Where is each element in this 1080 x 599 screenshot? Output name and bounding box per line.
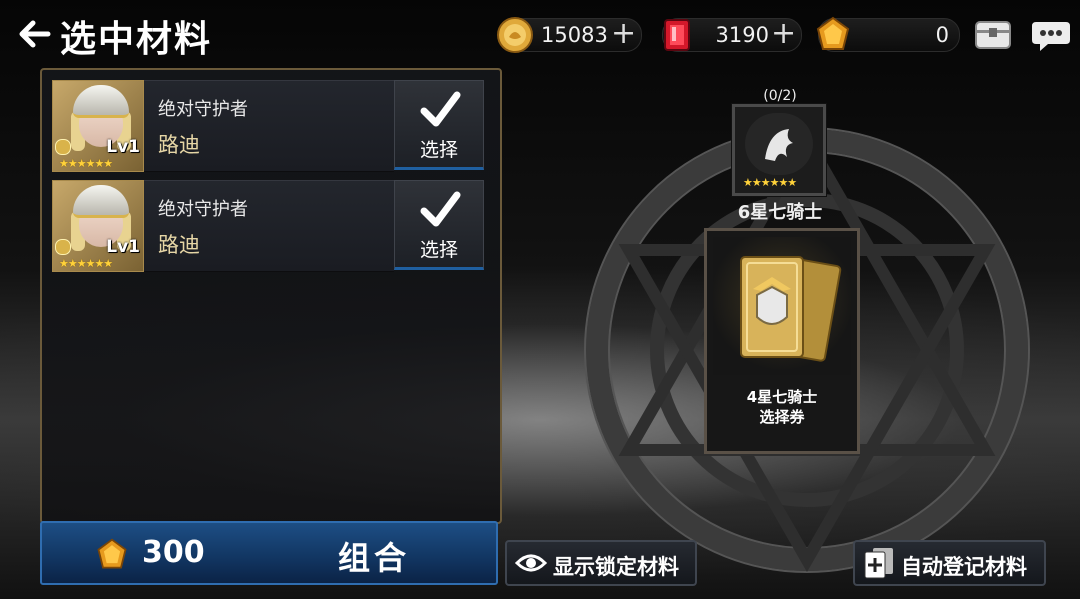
ruby-gem-icon	[664, 19, 690, 51]
chat-bubble-icon[interactable]	[1030, 14, 1072, 54]
page-title: 选中材料	[60, 19, 213, 60]
material-row: Lv1 ★★★★★★ 绝对守护者 路迪 选择	[52, 180, 484, 272]
eye-icon	[515, 554, 547, 572]
reward-name-line2: 选择券	[759, 408, 805, 426]
reward-card[interactable]: 4星七骑士 选择券	[704, 228, 860, 454]
material-list-panel: Lv1 ★★★★★★ 绝对守护者 路迪 选择 Lv1 ★★★★★★ 绝对守护者 …	[40, 68, 502, 524]
hero-name: 路迪	[158, 133, 200, 157]
gold-amount: 15083	[541, 23, 608, 47]
topaz-counter: 0	[816, 16, 960, 52]
show-locked-label: 显示锁定材料	[553, 555, 679, 579]
portrait-helmet	[73, 85, 129, 118]
portrait-helmet	[73, 185, 129, 218]
show-locked-materials-button[interactable]: 显示锁定材料	[505, 540, 697, 586]
hero-stars: ★★★★★★	[59, 157, 113, 170]
element-badge-icon	[55, 139, 71, 155]
add-card-icon	[864, 548, 893, 579]
hero-portrait[interactable]: Lv1 ★★★★★★	[52, 80, 144, 172]
required-material-slot[interactable]: ★★★★★★	[732, 104, 826, 196]
requirement-stars: ★★★★★★	[743, 176, 797, 189]
top-bar: 选中材料 15083 + 3190 + 0	[0, 0, 1080, 66]
ruby-amount: 3190	[715, 23, 769, 47]
ticket-cards-icon	[740, 256, 842, 362]
select-label: 选择	[419, 139, 458, 161]
checkmark-icon	[420, 91, 461, 127]
gold-coin-icon	[497, 17, 533, 53]
hero-name: 路迪	[158, 233, 200, 257]
ruby-counter: 3190 +	[662, 18, 802, 52]
hero-level: Lv1	[106, 237, 140, 257]
topaz-amount: 0	[935, 23, 949, 47]
material-row: Lv1 ★★★★★★ 绝对守护者 路迪 选择	[52, 80, 484, 172]
combine-button[interactable]: 300 组合	[40, 521, 498, 585]
checkmark-icon	[420, 191, 461, 227]
hero-title: 绝对守护者	[158, 99, 248, 120]
hero-level: Lv1	[106, 137, 140, 157]
requirement-emblem-bg	[745, 113, 813, 175]
gold-counter: 15083 +	[497, 17, 642, 53]
requirement-count: (0/2)	[763, 88, 797, 104]
hero-info: 绝对守护者 路迪	[144, 180, 394, 272]
select-button[interactable]: 选择	[394, 80, 484, 170]
auto-register-materials-button[interactable]: 自动登记材料	[853, 540, 1046, 586]
topaz-gem-icon	[816, 16, 850, 50]
hero-title: 绝对守护者	[158, 199, 248, 220]
add-gold-button[interactable]: +	[611, 18, 636, 50]
topaz-gem-icon	[97, 538, 127, 569]
combine-cost: 300	[142, 535, 205, 570]
element-badge-icon	[55, 239, 71, 255]
back-arrow-icon[interactable]	[14, 14, 54, 54]
inventory-chest-icon[interactable]	[972, 14, 1014, 54]
reward-name: 4星七骑士 选择券	[707, 387, 857, 427]
knight-emblem-icon	[765, 129, 793, 161]
hero-stars: ★★★★★★	[59, 257, 113, 270]
reward-name-line1: 4星七骑士	[746, 388, 818, 406]
select-button[interactable]: 选择	[394, 180, 484, 270]
hero-info: 绝对守护者 路迪	[144, 80, 394, 172]
reward-ticket-image	[713, 237, 851, 375]
auto-register-label: 自动登记材料	[901, 555, 1027, 579]
requirement-label: 6星七骑士	[737, 202, 823, 223]
combine-label: 组合	[338, 539, 411, 577]
hero-portrait[interactable]: Lv1 ★★★★★★	[52, 180, 144, 272]
select-label: 选择	[419, 239, 458, 261]
add-ruby-button[interactable]: +	[771, 18, 796, 50]
